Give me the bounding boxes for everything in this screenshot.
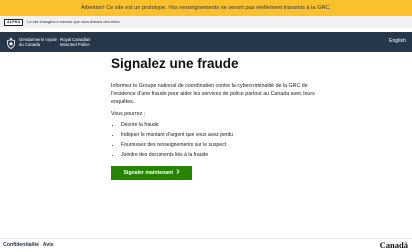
notices-link[interactable]: Avis	[43, 242, 54, 248]
report-now-button[interactable]: Signaler maintenant	[111, 166, 192, 180]
report-now-label: Signaler maintenant	[123, 170, 174, 176]
site-header: Gendarmerie royale du Canada Royal Canad…	[0, 32, 412, 52]
language-toggle-link[interactable]: English	[389, 38, 406, 44]
rcmp-crest-icon	[6, 36, 16, 49]
list-item: Indiquer le montant d’argent que vous av…	[121, 130, 233, 140]
canada-wordmark: Canadä	[379, 240, 408, 250]
list-item: Joindre des documents liés à la fraude	[121, 150, 233, 160]
footer-links: Confidentialité·Avis	[3, 242, 54, 248]
alpha-tag: ALPHA	[4, 18, 24, 26]
prototype-warning-banner: Attention! Ce site est un prototype. Vos…	[0, 0, 412, 16]
list-item: Fournissez des renseignements sur le sus…	[121, 140, 233, 150]
org-name-en: Royal Canadian Mounted Police	[60, 37, 91, 47]
privacy-link[interactable]: Confidentialité	[3, 242, 39, 248]
chevron-right-icon	[175, 169, 180, 176]
page-title: Signalez une fraude	[111, 56, 239, 71]
list-item: Décrire la fraude	[121, 120, 233, 130]
you-can-label: Vous pourrez :	[111, 111, 146, 117]
org-name-fr-line2: du Canada	[19, 42, 41, 48]
org-name-fr: Gendarmerie royale du Canada	[19, 37, 57, 47]
phase-banner: ALPHA Le site changera à mesure que nous…	[0, 16, 412, 28]
phase-text: Le site changera à mesure que nous testo…	[27, 20, 120, 24]
intro-paragraph: Informez le Groupe national de coordinat…	[111, 83, 315, 105]
org-name-en-line2: Mounted Police	[60, 42, 90, 48]
task-list: Décrire la fraude Indiquer le montant d’…	[111, 120, 233, 160]
prototype-warning-text: Attention! Ce site est un prototype. Vos…	[81, 5, 331, 11]
site-footer: Confidentialité·Avis Canadä	[0, 238, 412, 252]
main-content: Signalez une fraude Informez le Groupe n…	[111, 56, 321, 180]
